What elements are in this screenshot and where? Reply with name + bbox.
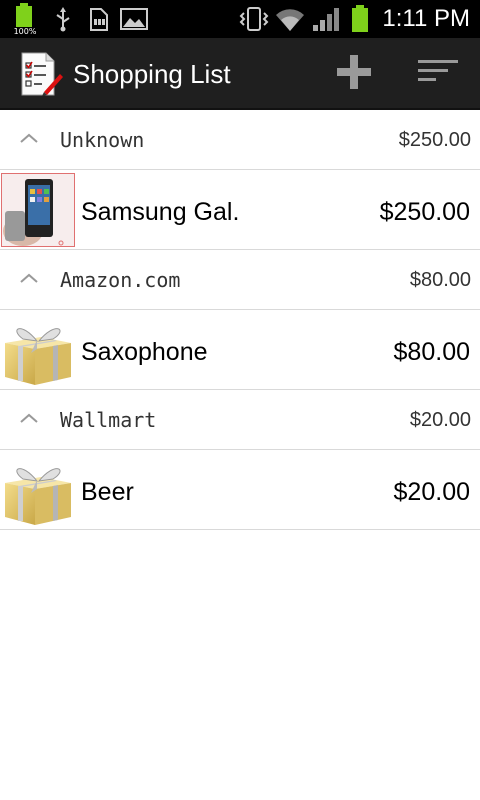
status-bar: 100% 1:11 PM — [0, 0, 480, 38]
sort-button[interactable] — [402, 38, 474, 110]
picture-icon — [118, 0, 150, 38]
item-name: Saxophone — [81, 338, 208, 366]
group-name: Wallmart — [60, 408, 157, 432]
group-total: $80.00 — [409, 269, 471, 291]
group-header[interactable]: Wallmart $20.00 — [0, 390, 480, 450]
gift-box-icon — [1, 313, 75, 387]
group-header[interactable]: Amazon.com $80.00 — [0, 250, 480, 310]
item-name: Beer — [81, 478, 134, 506]
battery-percent-label: 100% — [14, 27, 37, 36]
item-name: Samsung Gal. — [81, 198, 240, 226]
item-price: $80.00 — [393, 338, 470, 366]
app-title: Shopping List — [73, 59, 231, 89]
chevron-up-icon — [18, 410, 40, 426]
list-item[interactable]: Beer $20.00 — [0, 450, 480, 530]
item-price: $20.00 — [393, 478, 470, 506]
group-name: Amazon.com — [60, 268, 181, 292]
checklist-pencil-icon[interactable] — [16, 50, 64, 98]
chevron-up-icon — [18, 270, 40, 286]
item-price: $250.00 — [379, 198, 470, 226]
plus-icon — [335, 53, 373, 96]
shopping-list: Unknown $250.00 Samsung Gal. $250.00 Ama… — [0, 110, 480, 530]
status-time: 1:11 PM — [382, 5, 470, 32]
add-button[interactable] — [318, 38, 390, 110]
usb-icon — [52, 0, 74, 38]
battery-icon — [348, 0, 372, 38]
signal-icon — [310, 0, 342, 38]
group-total: $20.00 — [409, 409, 471, 431]
phone-photo-thumbnail — [1, 173, 75, 247]
battery-charging-icon: 100% — [10, 0, 42, 38]
vibrate-icon — [237, 0, 271, 38]
group-total: $250.00 — [398, 129, 471, 151]
chevron-up-icon — [18, 130, 40, 146]
wifi-icon — [274, 0, 306, 38]
group-name: Unknown — [60, 128, 145, 152]
sd-card-icon — [86, 0, 112, 38]
list-item[interactable]: Samsung Gal. $250.00 — [0, 170, 480, 250]
group-header[interactable]: Unknown $250.00 — [0, 110, 480, 170]
list-item[interactable]: Saxophone $80.00 — [0, 310, 480, 390]
sort-icon — [418, 57, 458, 92]
action-bar: Shopping List — [0, 38, 480, 110]
gift-box-icon — [1, 453, 75, 527]
